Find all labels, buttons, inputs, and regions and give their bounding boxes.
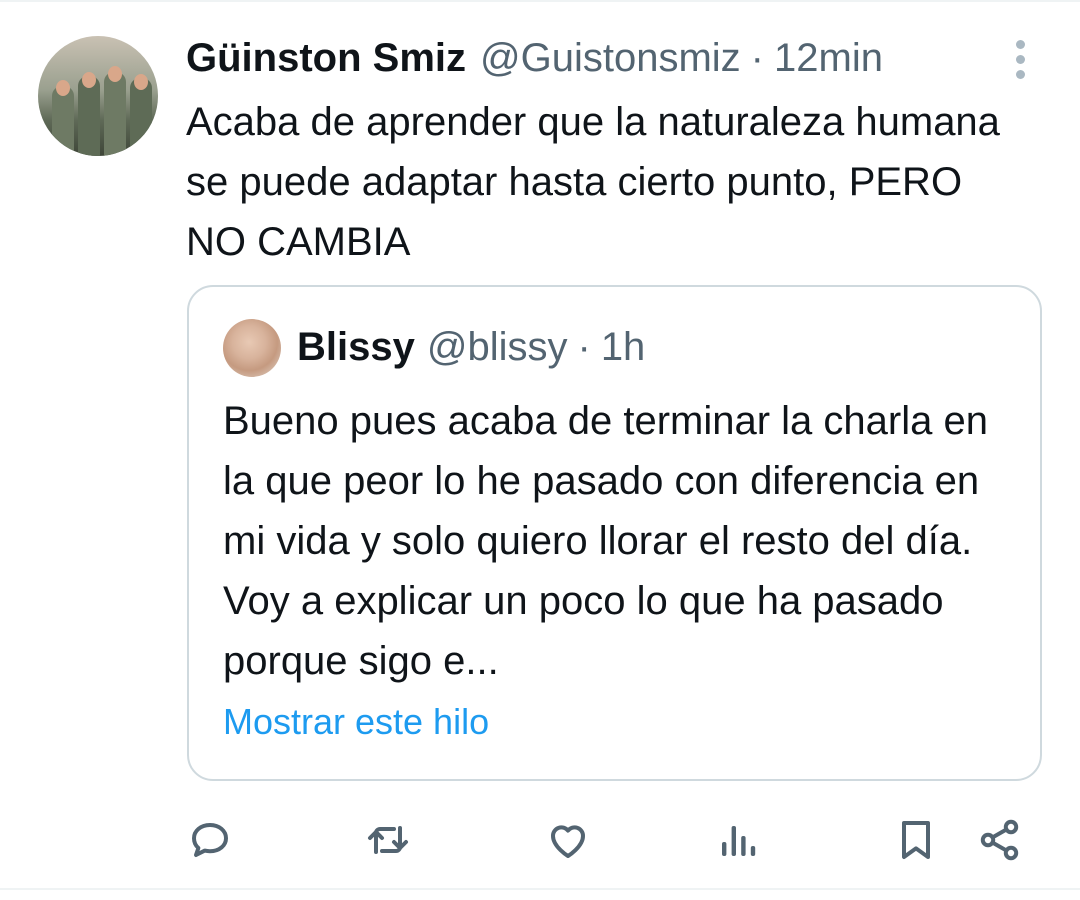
tweet-text: Acaba de aprender que la naturaleza huma… [186,100,1000,264]
reply-icon[interactable] [186,816,234,864]
retweet-icon[interactable] [364,816,412,864]
quoted-tweet-header: Blissy @blissy · 1h [297,321,645,373]
bottom-divider [0,888,1080,890]
author-handle[interactable]: @Guistonsmiz [480,36,741,81]
quoted-author-avatar[interactable] [223,319,281,377]
quoted-tweet-text: Bueno pues acaba de terminar la charla e… [223,399,988,683]
quoted-author-name: Blissy [297,324,415,369]
quoted-tweet[interactable]: Blissy @blissy · 1h Bueno pues acaba de … [187,285,1042,781]
views-icon[interactable] [714,816,762,864]
more-options-icon[interactable] [1010,38,1030,82]
show-thread-link[interactable]: Mostrar este hilo [223,701,489,743]
quoted-author-handle: @blissy [426,324,568,369]
author-name[interactable]: Güinston Smiz [186,36,466,81]
separator-dot: · [750,35,764,80]
tweet-time[interactable]: 12min [774,36,883,81]
author-avatar[interactable] [38,36,158,156]
bookmark-icon[interactable] [892,816,940,864]
tweet-header: Güinston Smiz @Guistonsmiz · 12min [186,32,883,84]
tweet[interactable]: Güinston Smiz @Guistonsmiz · 12min Acaba… [0,0,1080,888]
action-bar [0,808,1080,868]
like-icon[interactable] [544,816,592,864]
quoted-separator-dot: · [577,324,591,369]
share-icon[interactable] [976,816,1024,864]
quoted-tweet-time: 1h [600,324,646,369]
